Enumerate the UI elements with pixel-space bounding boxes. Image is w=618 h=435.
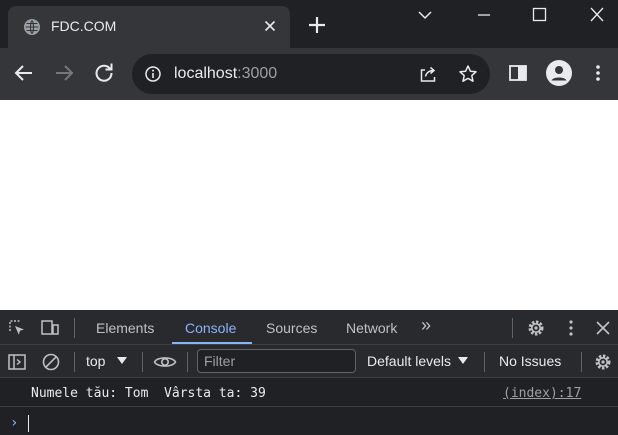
dropdown-triangle-icon	[457, 357, 468, 364]
globe-icon	[24, 19, 40, 35]
url-port: :3000	[237, 65, 278, 82]
devtools-panel: Elements Console Sources Network » top F…	[0, 310, 618, 435]
kebab-menu-icon[interactable]	[587, 62, 609, 84]
forward-arrow-icon[interactable]	[52, 61, 76, 85]
page-viewport	[0, 100, 618, 310]
gear-icon[interactable]	[593, 352, 613, 372]
tab-network[interactable]: Network	[346, 319, 397, 337]
close-icon[interactable]	[262, 18, 278, 34]
log-levels-label: Default levels	[367, 353, 452, 369]
console-message: Numele tău: Tom Vârsta ta: 39 (index):17	[0, 379, 618, 407]
separator	[484, 352, 485, 372]
console-prompt-icon: ›	[10, 415, 19, 431]
back-arrow-icon[interactable]	[12, 61, 36, 85]
dropdown-triangle-icon	[117, 357, 128, 364]
separator	[581, 352, 582, 372]
kebab-menu-icon[interactable]	[561, 318, 581, 338]
address-bar[interactable]: localhost:3000	[132, 54, 490, 94]
new-tab-button[interactable]	[306, 14, 328, 36]
browser-tab[interactable]: FDC.COM	[8, 6, 290, 48]
tab-search-icon[interactable]	[413, 4, 437, 26]
active-tab-indicator	[172, 342, 252, 344]
tab-sources[interactable]: Sources	[266, 319, 317, 337]
url-text[interactable]: localhost:3000	[174, 64, 277, 84]
separator	[187, 352, 188, 372]
tab-console[interactable]: Console	[185, 319, 236, 337]
profile-avatar[interactable]	[546, 60, 572, 86]
bookmark-star-icon[interactable]	[458, 64, 478, 84]
person-icon	[551, 66, 567, 81]
clear-console-icon[interactable]	[41, 352, 61, 372]
more-tabs-button[interactable]: »	[421, 316, 431, 334]
url-host: localhost	[174, 65, 238, 82]
browser-toolbar: localhost:3000	[0, 48, 618, 100]
reload-icon[interactable]	[92, 61, 116, 85]
gear-icon[interactable]	[526, 318, 546, 338]
devtools-tabbar: Elements Console Sources Network »	[0, 310, 618, 345]
separator	[142, 352, 143, 372]
eye-icon[interactable]	[153, 352, 177, 372]
filter-input[interactable]	[197, 349, 356, 373]
context-select[interactable]: top	[86, 352, 128, 370]
tab-elements[interactable]: Elements	[96, 319, 154, 337]
device-toolbar-icon[interactable]	[40, 318, 60, 338]
console-source-link[interactable]: (index):17	[503, 386, 581, 402]
sidebar-toggle-icon[interactable]	[7, 352, 27, 372]
separator	[74, 352, 75, 372]
tab-strip: FDC.COM	[0, 0, 618, 48]
console-input-caret[interactable]	[28, 415, 29, 432]
minimize-icon[interactable]	[472, 4, 496, 26]
separator	[512, 318, 513, 338]
close-icon[interactable]	[593, 318, 613, 338]
tab-title: FDC.COM	[51, 18, 117, 34]
side-panel-icon[interactable]	[507, 62, 529, 84]
issues-counter[interactable]: No Issues	[499, 352, 561, 370]
context-value: top	[86, 353, 106, 369]
info-icon[interactable]	[145, 66, 161, 82]
console-message-text: Numele tău: Tom Vârsta ta: 39	[31, 386, 266, 401]
console-toolbar: top Default levels No Issues	[0, 345, 618, 378]
inspect-element-icon[interactable]	[7, 318, 27, 338]
log-levels-dropdown[interactable]: Default levels	[367, 352, 468, 370]
maximize-icon[interactable]	[527, 4, 551, 26]
separator	[74, 318, 75, 338]
share-icon[interactable]	[418, 64, 438, 84]
window-close-icon[interactable]	[585, 4, 609, 26]
